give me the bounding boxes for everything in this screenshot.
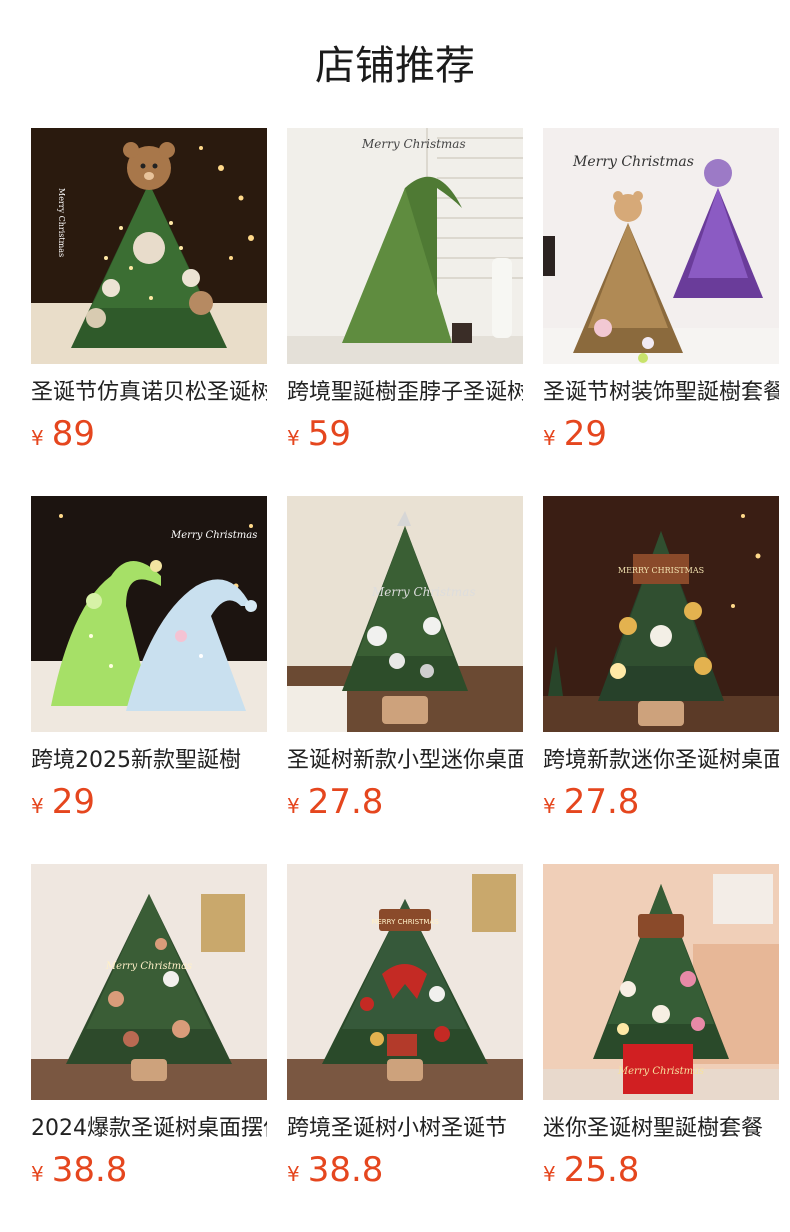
product-price: ¥ 27.8 xyxy=(543,782,779,822)
product-name[interactable]: 圣诞节树装饰聖誕樹套餐 xyxy=(543,378,779,408)
product-image[interactable]: MERRY CHRISTMAS xyxy=(543,496,779,732)
product-image[interactable]: Merry Christmas xyxy=(543,128,779,364)
price-value: 25.8 xyxy=(563,1150,640,1190)
product-image[interactable]: MERRY CHRISTMAS xyxy=(287,864,523,1100)
currency-symbol: ¥ xyxy=(287,426,300,450)
product-name[interactable]: 跨境聖誕樹歪脖子圣诞树 xyxy=(287,378,523,408)
price-value: 38.8 xyxy=(51,1150,128,1190)
product-image[interactable]: Merry Christmas xyxy=(31,128,267,364)
image-caption: Merry Christmas xyxy=(105,961,192,972)
product-card[interactable]: Merry Christmas 跨境聖誕樹歪脖子圣诞树 ¥ 59 xyxy=(287,128,523,496)
image-caption: Merry Christmas xyxy=(572,154,694,170)
product-price: ¥ 29 xyxy=(543,414,779,454)
currency-symbol: ¥ xyxy=(543,1162,556,1186)
product-image[interactable]: Merry Christmas xyxy=(287,496,523,732)
product-name[interactable]: 跨境圣诞树小树圣诞节 xyxy=(287,1114,523,1144)
image-caption: Merry Christmas xyxy=(57,188,66,257)
currency-symbol: ¥ xyxy=(31,794,44,818)
product-price: ¥ 29 xyxy=(31,782,267,822)
currency-symbol: ¥ xyxy=(287,794,300,818)
product-price: ¥ 89 xyxy=(31,414,267,454)
product-price: ¥ 38.8 xyxy=(31,1150,267,1190)
price-value: 89 xyxy=(51,414,95,454)
product-card[interactable]: Merry Christmas 圣诞节树装饰聖誕樹套餐 ¥ 29 xyxy=(543,128,779,496)
price-value: 29 xyxy=(563,414,607,454)
price-value: 59 xyxy=(307,414,351,454)
product-name[interactable]: 2024爆款圣诞树桌面摆件 xyxy=(31,1114,267,1144)
product-card[interactable]: MERRY CHRISTMAS 跨境圣诞树小树圣诞节 ¥ 38.8 xyxy=(287,864,523,1232)
product-name[interactable]: 圣诞树新款小型迷你桌面 xyxy=(287,746,523,776)
image-caption: Merry Christmas xyxy=(361,137,466,151)
product-name[interactable]: 圣诞节仿真诺贝松圣诞树 xyxy=(31,378,267,408)
price-value: 27.8 xyxy=(307,782,384,822)
product-card[interactable]: Merry Christmas 迷你圣诞树聖誕樹套餐 ¥ 25.8 xyxy=(543,864,779,1232)
product-card[interactable]: MERRY CHRISTMAS 跨境新款迷你圣诞树桌面 ¥ 27.8 xyxy=(543,496,779,864)
product-card[interactable]: Merry Christmas 圣诞节仿真诺贝松圣诞树 ¥ 89 xyxy=(31,128,267,496)
product-image[interactable]: Merry Christmas xyxy=(287,128,523,364)
currency-symbol: ¥ xyxy=(543,426,556,450)
product-price: ¥ 38.8 xyxy=(287,1150,523,1190)
product-price: ¥ 25.8 xyxy=(543,1150,779,1190)
product-image[interactable]: Merry Christmas xyxy=(543,864,779,1100)
product-card[interactable]: Merry Christmas 跨境2025新款聖誕樹 ¥ 29 xyxy=(31,496,267,864)
currency-symbol: ¥ xyxy=(31,1162,44,1186)
page-title: 店铺推荐 xyxy=(315,43,475,89)
currency-symbol: ¥ xyxy=(287,1162,300,1186)
image-caption: MERRY CHRISTMAS xyxy=(618,566,704,575)
currency-symbol: ¥ xyxy=(543,794,556,818)
image-caption: Merry Christmas xyxy=(170,530,257,541)
image-caption: Merry Christmas xyxy=(617,1066,704,1077)
image-caption: MERRY CHRISTMAS xyxy=(371,918,439,926)
product-card[interactable]: Merry Christmas 2024爆款圣诞树桌面摆件 ¥ 38.8 xyxy=(31,864,267,1232)
product-name[interactable]: 迷你圣诞树聖誕樹套餐 xyxy=(543,1114,779,1144)
product-price: ¥ 59 xyxy=(287,414,523,454)
product-name[interactable]: 跨境2025新款聖誕樹 xyxy=(31,746,267,776)
price-value: 27.8 xyxy=(563,782,640,822)
product-image[interactable]: Merry Christmas xyxy=(31,496,267,732)
product-card[interactable]: Merry Christmas 圣诞树新款小型迷你桌面 ¥ 27.8 xyxy=(287,496,523,864)
product-name[interactable]: 跨境新款迷你圣诞树桌面 xyxy=(543,746,779,776)
price-value: 38.8 xyxy=(307,1150,384,1190)
image-caption: Merry Christmas xyxy=(371,585,476,599)
product-price: ¥ 27.8 xyxy=(287,782,523,822)
product-image[interactable]: Merry Christmas xyxy=(31,864,267,1100)
price-value: 29 xyxy=(51,782,95,822)
product-grid: Merry Christmas 圣诞节仿真诺贝松圣诞树 ¥ 89 Merry C… xyxy=(31,128,779,1232)
currency-symbol: ¥ xyxy=(31,426,44,450)
